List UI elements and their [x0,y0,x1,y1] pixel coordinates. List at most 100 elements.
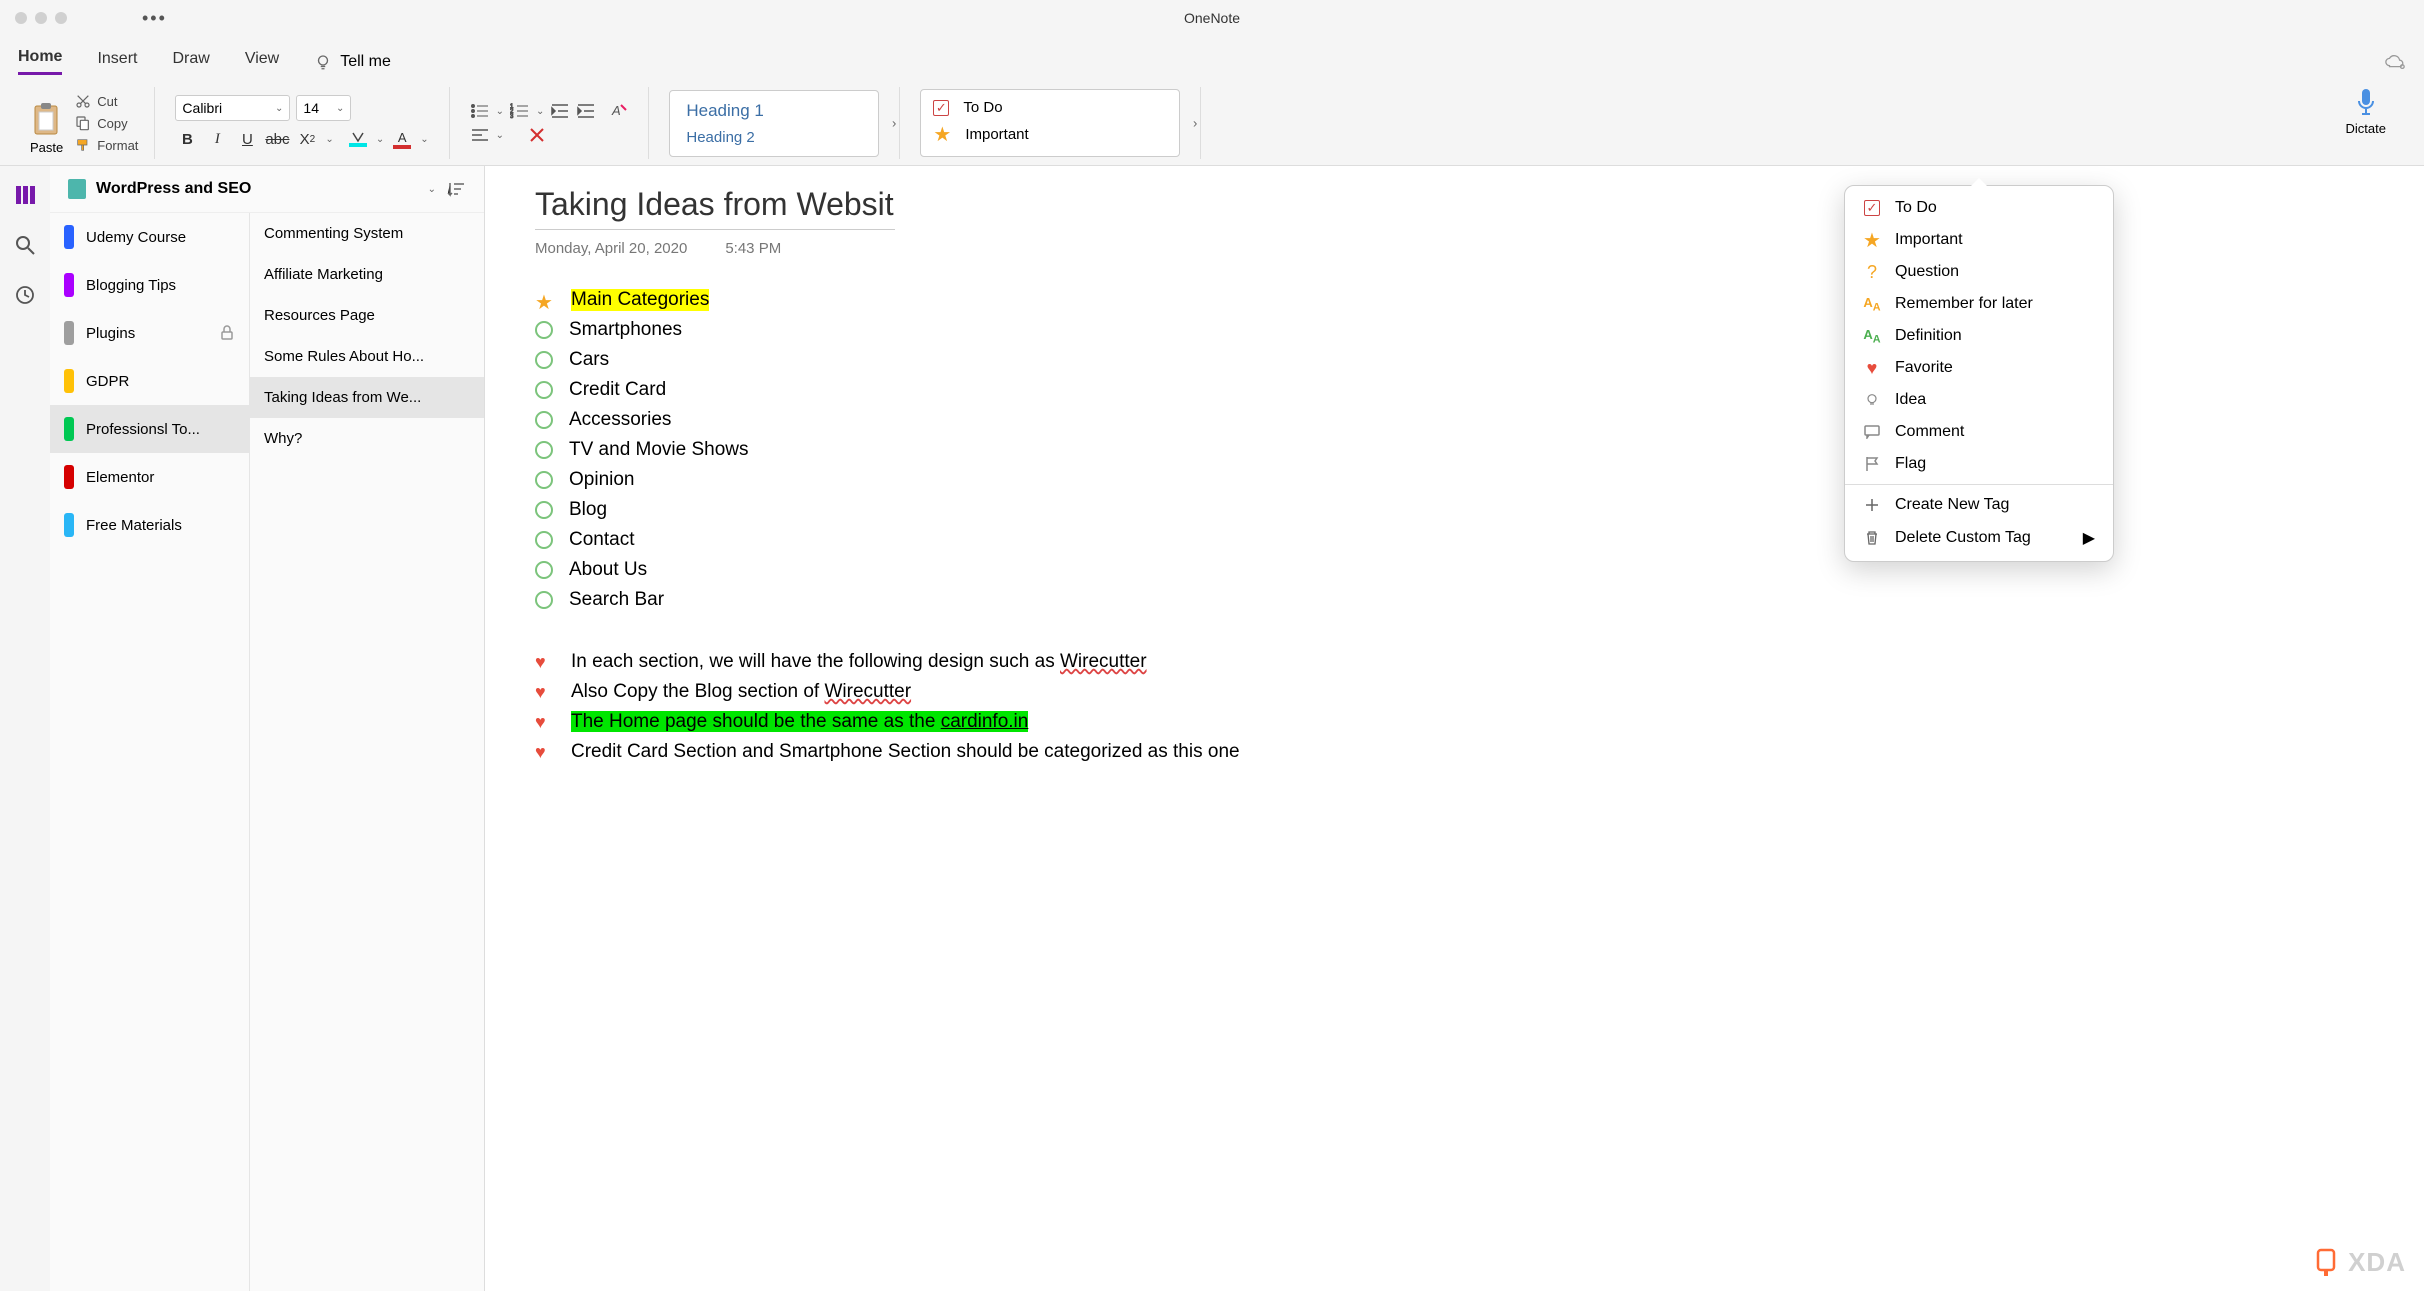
tag-menu-label: Idea [1895,391,1926,409]
tag-menu-comment[interactable]: Comment [1845,416,2113,448]
circle-icon [535,561,553,579]
tag-menu-important[interactable]: ★Important [1845,224,2113,256]
page-item[interactable]: Some Rules About Ho... [250,336,484,377]
section-label: GDPR [86,373,129,390]
comment-icon [1863,423,1881,441]
tag-menu-flag[interactable]: Flag [1845,448,2113,480]
section-label: Professionsl To... [86,421,200,438]
svg-text:3: 3 [510,114,514,120]
indent-button[interactable] [576,102,596,120]
tag-menu-label: Flag [1895,455,1926,473]
note-content[interactable]: Taking Ideas from Websit Monday, April 2… [485,166,2424,1291]
chevron-right-icon: ▶ [2083,528,2095,548]
trash-icon [1863,529,1881,547]
highlight-button[interactable] [346,127,370,151]
clear-formatting-button[interactable]: A [610,102,628,120]
notebook-header[interactable]: WordPress and SEO ⌄ [50,166,484,213]
font-color-button[interactable]: A [390,127,414,151]
section-color-tab [64,513,74,537]
quick-access-more[interactable]: ••• [142,8,167,29]
section-item[interactable]: Free Materials [50,501,249,549]
note-line[interactable]: ♥In each section, we will have the follo… [535,649,2374,675]
paste-button[interactable]: Paste [30,102,63,155]
search-icon[interactable] [14,234,36,256]
section-item[interactable]: Plugins [50,309,249,357]
heading-1-style[interactable]: Heading 1 [670,97,878,125]
section-item[interactable]: Udemy Course [50,213,249,261]
copy-button[interactable]: Copy [71,113,142,133]
note-line[interactable]: ♥The Home page should be the same as the… [535,709,2374,735]
outdent-button[interactable] [550,102,570,120]
page-label: Commenting System [264,225,403,242]
heading-2-style[interactable]: Heading 2 [670,125,878,150]
section-label: Elementor [86,469,154,486]
section-item[interactable]: GDPR [50,357,249,405]
font-family-select[interactable]: Calibri⌄ [175,95,290,121]
tag-dropdown-menu: ✓To Do★Important?QuestionAARemember for … [1844,185,2114,562]
tellme-group[interactable]: Tell me [314,53,391,71]
note-line[interactable]: ♥Also Copy the Blog section of Wirecutte… [535,679,2374,705]
create-new-tag[interactable]: Create New Tag [1845,489,2113,521]
format-painter-button[interactable]: Format [71,135,142,155]
font-more-dropdown[interactable]: ⌄ [325,134,333,145]
paste-label: Paste [30,140,63,155]
page-item[interactable]: Affiliate Marketing [250,254,484,295]
page-item[interactable]: Why? [250,418,484,459]
note-title[interactable]: Taking Ideas from Websit [535,186,895,230]
tags-gallery[interactable]: ✓To Do ★Important › [920,89,1180,157]
page-item[interactable]: Taking Ideas from We... [250,377,484,418]
dictate-button[interactable]: Dictate [2326,87,2406,159]
section-item[interactable]: Professionsl To... [50,405,249,453]
cloud-sync-icon[interactable] [2384,53,2406,71]
notebooks-icon[interactable] [14,184,36,206]
maximize-window[interactable] [55,12,67,24]
delete-button[interactable] [528,126,546,144]
section-item[interactable]: Elementor [50,453,249,501]
tab-draw[interactable]: Draw [172,50,209,74]
close-window[interactable] [15,12,27,24]
styles-expand[interactable]: › [892,116,896,131]
tag-menu-idea[interactable]: Idea [1845,384,2113,416]
tag-menu-label: Important [1895,231,1963,249]
minimize-window[interactable] [35,12,47,24]
paragraph-section: ⌄ 123 ⌄ A ⌄ [450,87,650,159]
note-line[interactable]: Search Bar [535,587,2374,613]
delete-custom-tag[interactable]: Delete Custom Tag▶ [1845,521,2113,555]
dictate-label: Dictate [2346,121,2386,136]
circle-icon [535,411,553,429]
tag-menu-label: Remember for later [1895,295,2033,313]
tag-menu-to-do[interactable]: ✓To Do [1845,192,2113,224]
recent-icon[interactable] [14,284,36,306]
underline-button[interactable]: U [235,127,259,151]
tab-view[interactable]: View [245,50,279,74]
tag-menu-question[interactable]: ?Question [1845,256,2113,288]
section-label: Blogging Tips [86,277,176,294]
tags-expand[interactable]: › [1193,116,1197,131]
numbering-button[interactable]: 123 [510,102,530,120]
note-text: Blog [569,499,607,521]
note-line[interactable]: ♥Credit Card Section and Smartphone Sect… [535,739,2374,765]
star-icon: ★ [535,290,555,310]
tag-menu-definition[interactable]: AADefinition [1845,320,2113,352]
bullets-button[interactable] [470,102,490,120]
italic-button[interactable]: I [205,127,229,151]
tab-home[interactable]: Home [18,48,62,75]
format-painter-icon [75,137,91,153]
page-item[interactable]: Commenting System [250,213,484,254]
tag-menu-favorite[interactable]: ♥Favorite [1845,352,2113,384]
todo-tag-item[interactable]: ✓To Do [933,96,1167,119]
bold-button[interactable]: B [175,127,199,151]
tag-menu-remember-for-later[interactable]: AARemember for later [1845,288,2113,320]
page-item[interactable]: Resources Page [250,295,484,336]
tab-insert[interactable]: Insert [97,50,137,74]
styles-gallery[interactable]: Heading 1 Heading 2 › [669,90,879,157]
sort-icon[interactable] [446,180,466,198]
important-tag-item[interactable]: ★Important [933,119,1167,150]
align-button[interactable] [470,126,490,144]
section-item[interactable]: Blogging Tips [50,261,249,309]
subscript-button[interactable]: X2 [295,127,319,151]
font-size-select[interactable]: 14⌄ [296,95,351,121]
circle-icon [535,591,553,609]
cut-button[interactable]: Cut [71,91,142,111]
strikethrough-button[interactable]: abc [265,127,289,151]
